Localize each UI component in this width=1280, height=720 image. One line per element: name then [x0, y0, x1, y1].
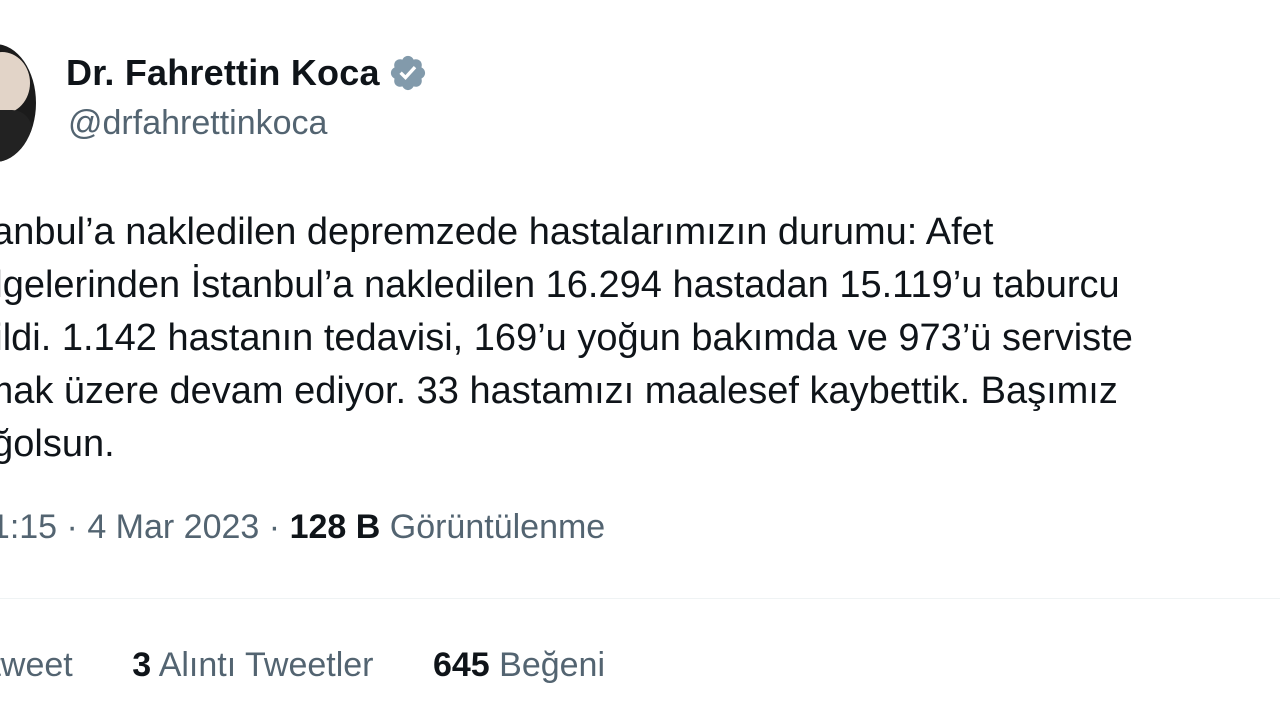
tweet-text-line: edildi. 1.142 hastanın tedavisi, 169’u y… — [0, 317, 1133, 359]
avatar-suit — [0, 110, 32, 162]
avatar[interactable] — [0, 44, 36, 162]
tweet-text-line: İstanbul’a nakledilen depremzede hastala… — [0, 211, 994, 253]
engagement-stats: Retweet 3 Alıntı Tweetler 645 Beğeni — [0, 646, 655, 685]
divider — [0, 598, 1280, 599]
views-count: 128 B — [289, 508, 381, 546]
likes-stat[interactable]: 645 Beğeni — [433, 646, 605, 685]
author-handle[interactable]: @drfahrettinkoca — [68, 104, 327, 143]
author-name-row: Dr. Fahrettin Koca — [66, 52, 428, 94]
retweets-stat[interactable]: Retweet — [0, 646, 73, 685]
views-label: Görüntülenme — [389, 508, 606, 546]
quotes-label: Alıntı Tweetler — [158, 646, 374, 684]
tweet-text-line: bölgelerinden İstanbul’a nakledilen 16.2… — [0, 264, 1120, 306]
retweets-label: Retweet — [0, 646, 73, 684]
author-display-name[interactable]: Dr. Fahrettin Koca — [66, 52, 380, 94]
quotes-count: 3 — [132, 646, 152, 684]
tweet-text-line: olmak üzere devam ediyor. 33 hastamızı m… — [0, 370, 1118, 412]
likes-label: Beğeni — [499, 646, 606, 684]
tweet-meta: 21:15 · 4 Mar 2023 · 128 B Görüntülenme — [0, 508, 605, 547]
tweet-date[interactable]: 4 Mar 2023 — [87, 508, 259, 546]
meta-separator: · — [66, 508, 78, 546]
tweet-text-line: sağolsun. — [0, 423, 115, 465]
quotes-stat[interactable]: 3 Alıntı Tweetler — [132, 646, 373, 685]
tweet-text: İstanbul’a nakledilen depremzede hastala… — [0, 206, 1280, 471]
meta-separator: · — [268, 508, 281, 546]
tweet-time[interactable]: 21:15 — [0, 508, 57, 546]
tweet-page: Dr. Fahrettin Koca @drfahrettinkoca İsta… — [0, 0, 1280, 720]
likes-count: 645 — [432, 646, 490, 684]
avatar-face — [0, 52, 30, 114]
verified-badge-icon — [390, 55, 425, 91]
